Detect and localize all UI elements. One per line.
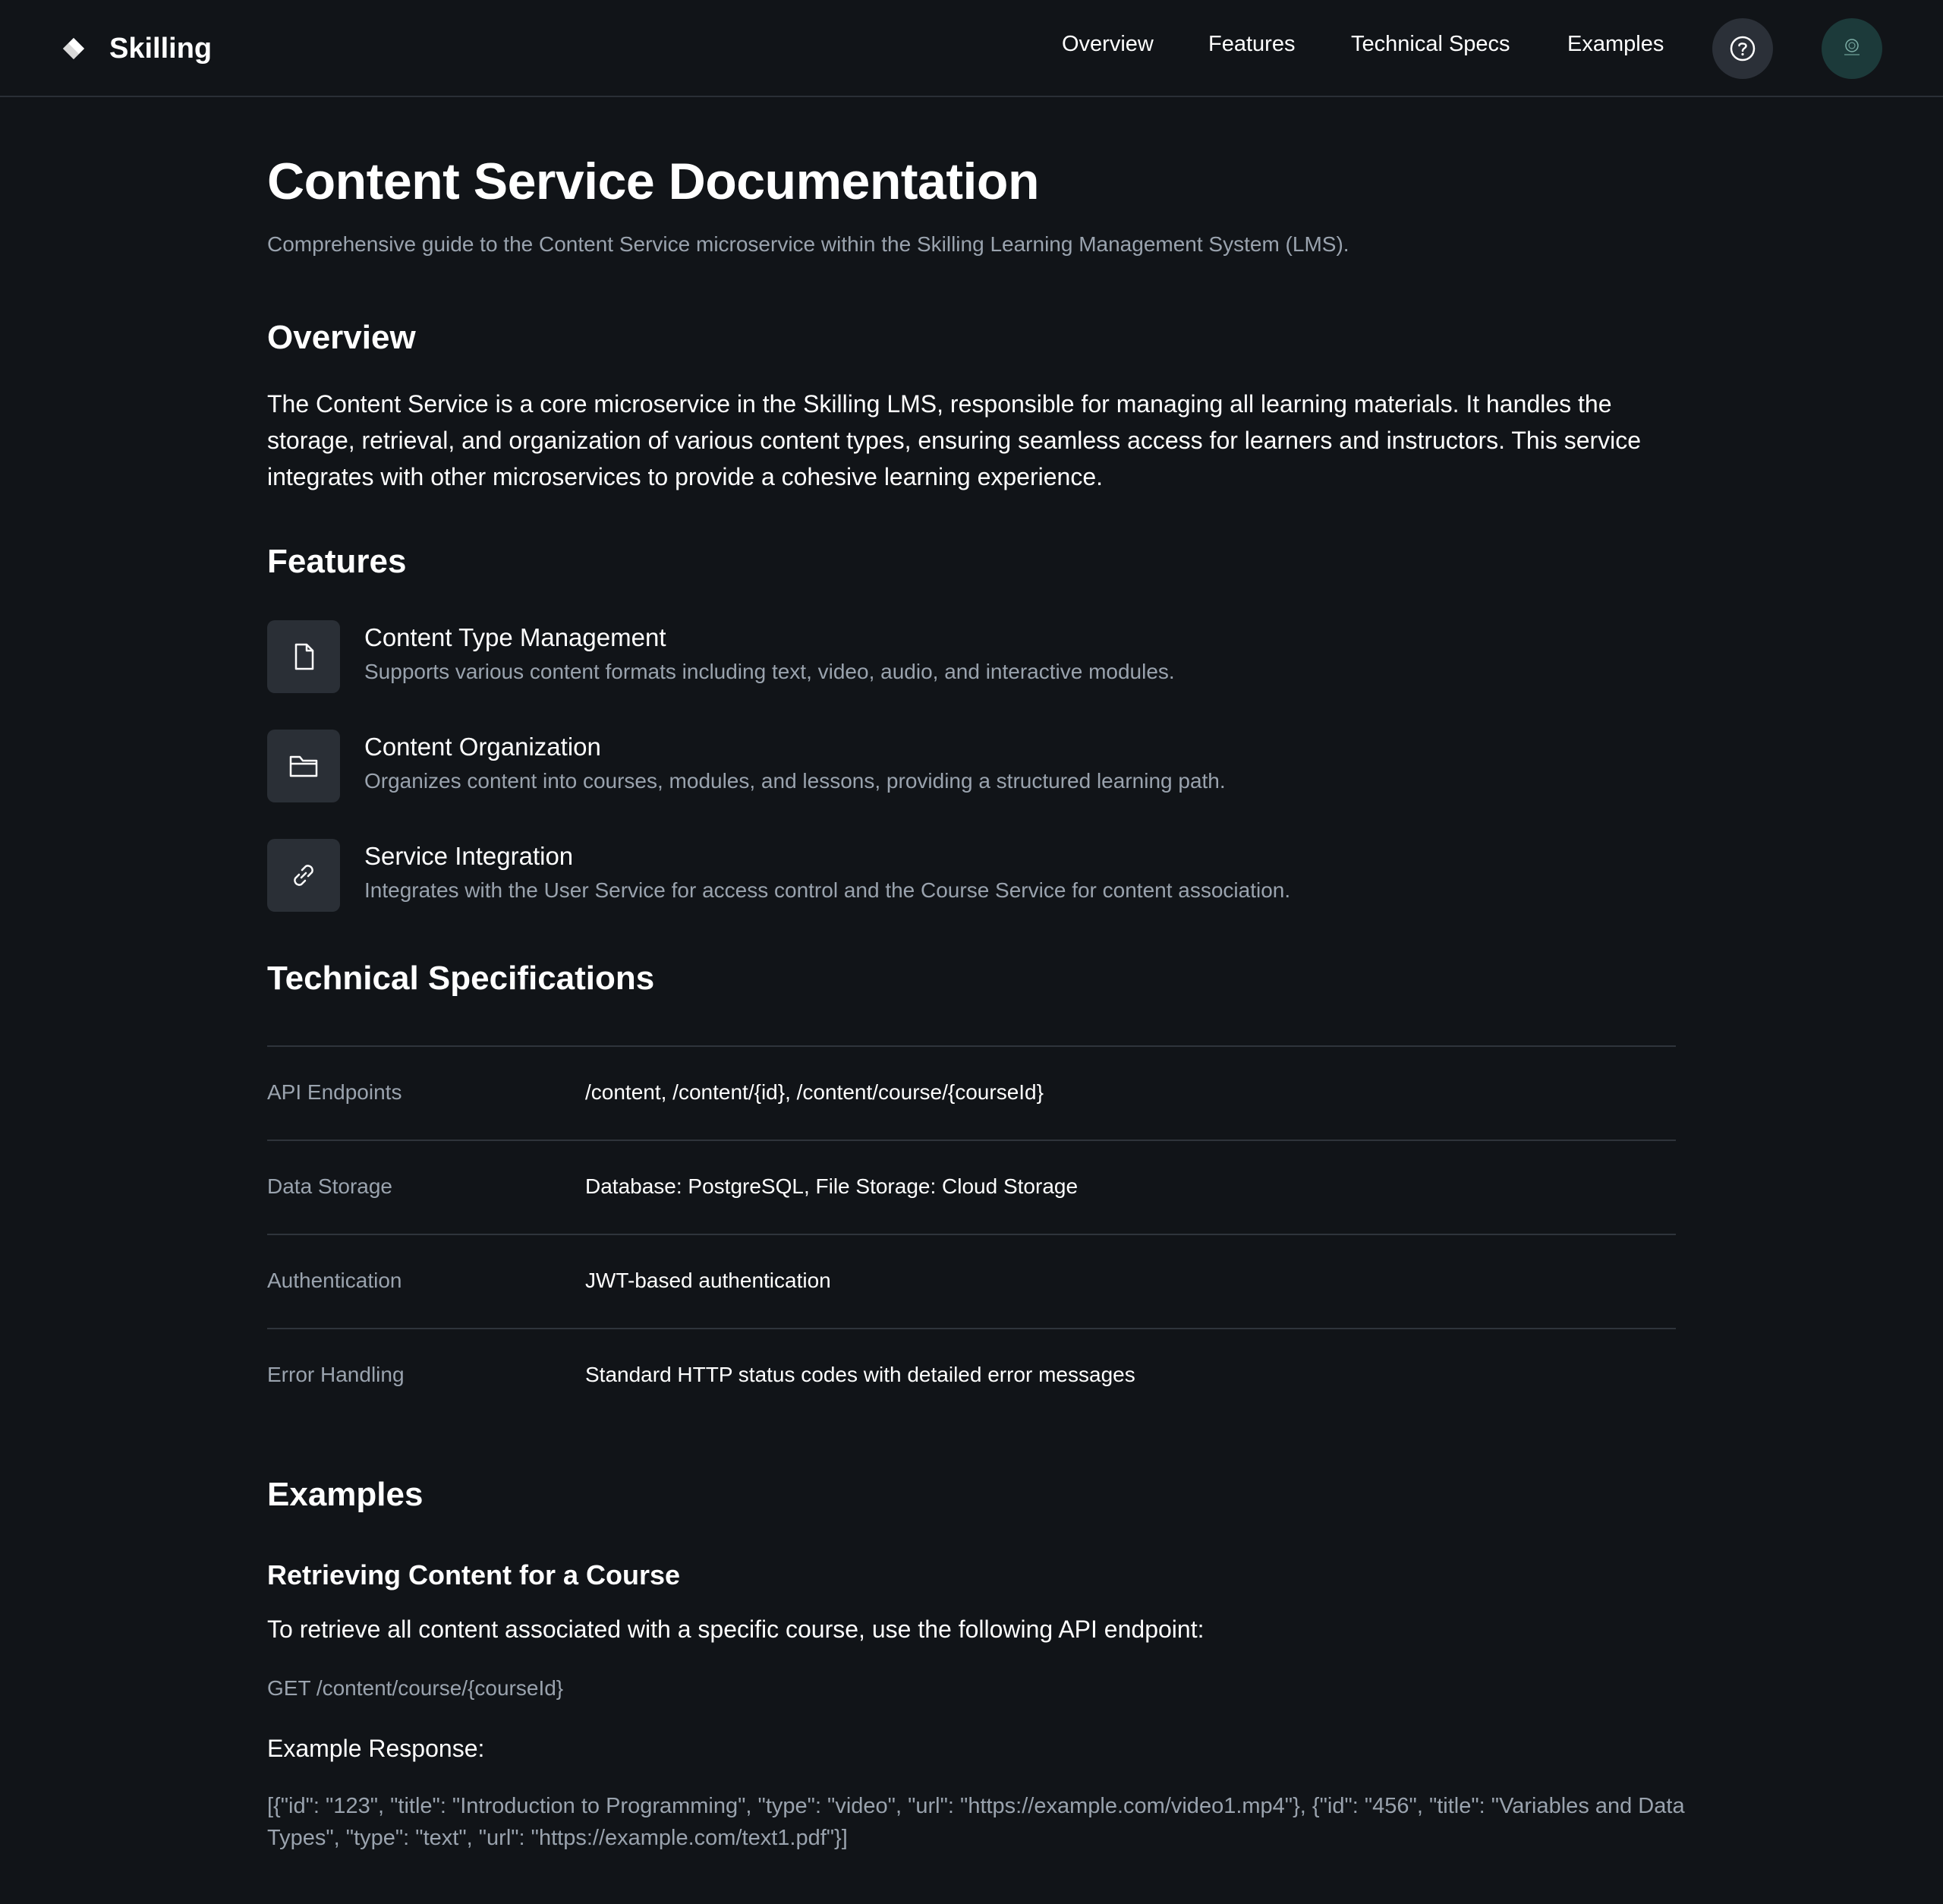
feature-title: Service Integration bbox=[364, 842, 574, 870]
table-row: Data Storage Database: PostgreSQL, File … bbox=[267, 1140, 1676, 1234]
folder-icon bbox=[289, 755, 318, 777]
feature-description: Supports various content formats includi… bbox=[364, 660, 1175, 683]
spec-value: JWT-based authentication bbox=[585, 1269, 831, 1292]
feature-item: Service Integration Integrates with the … bbox=[267, 839, 1676, 912]
spec-value: /content, /content/{id}, /content/course… bbox=[585, 1080, 1044, 1104]
avatar-emblem-icon bbox=[1844, 39, 1860, 55]
spec-label: Authentication bbox=[267, 1269, 402, 1292]
brand[interactable]: Skilling bbox=[61, 27, 212, 70]
feature-title: Content Organization bbox=[364, 733, 601, 761]
spec-label: Data Storage bbox=[267, 1174, 392, 1198]
skilling-logo-icon bbox=[63, 38, 84, 59]
feature-icon-tile bbox=[267, 730, 340, 802]
feature-item: Content Type Management Supports various… bbox=[267, 620, 1676, 693]
nav-features[interactable]: Features bbox=[1208, 32, 1295, 57]
spec-value: Database: PostgreSQL, File Storage: Clou… bbox=[585, 1174, 1079, 1198]
examples-heading: Examples bbox=[267, 1476, 424, 1513]
features-heading: Features bbox=[267, 543, 407, 580]
table-row: API Endpoints /content, /content/{id}, /… bbox=[267, 1045, 1676, 1140]
feature-item: Content Organization Organizes content i… bbox=[267, 730, 1676, 802]
page-title: Content Service Documentation bbox=[267, 153, 1040, 210]
feature-description: Integrates with the User Service for acc… bbox=[364, 878, 1291, 902]
nav-technical-specs[interactable]: Technical Specs bbox=[1351, 32, 1510, 57]
example-subheading: Retrieving Content for a Course bbox=[267, 1559, 681, 1590]
table-row: Error Handling Standard HTTP status code… bbox=[267, 1328, 1676, 1422]
user-avatar[interactable] bbox=[1822, 18, 1882, 79]
document-icon bbox=[294, 643, 314, 670]
app-name: Skilling bbox=[109, 32, 213, 65]
overview-heading: Overview bbox=[267, 319, 416, 356]
example-request: GET /content/course/{courseId} bbox=[267, 1676, 564, 1700]
question-circle-icon bbox=[1730, 36, 1756, 61]
link-icon bbox=[294, 865, 313, 886]
help-button[interactable] bbox=[1712, 18, 1773, 79]
overview-body: The Content Service is a core microservi… bbox=[267, 390, 1642, 490]
specs-table: API Endpoints /content, /content/{id}, /… bbox=[267, 1045, 1676, 1422]
page-subtitle: Comprehensive guide to the Content Servi… bbox=[267, 232, 1349, 256]
spec-label: Error Handling bbox=[267, 1363, 405, 1386]
specs-heading: Technical Specifications bbox=[267, 960, 655, 997]
nav-overview[interactable]: Overview bbox=[1062, 32, 1154, 57]
feature-description: Organizes content into courses, modules,… bbox=[364, 769, 1226, 793]
table-row: Authentication JWT-based authentication bbox=[267, 1234, 1676, 1328]
nav-examples[interactable]: Examples bbox=[1567, 32, 1664, 57]
top-navbar: Skilling Overview Features Technical Spe… bbox=[0, 0, 1943, 97]
feature-icon-tile bbox=[267, 620, 340, 693]
example-intro: To retrieve all content associated with … bbox=[267, 1616, 1205, 1643]
example-response-body: [{"id": "123", "title": "Introduction to… bbox=[267, 1794, 1685, 1850]
example-response-label: Example Response: bbox=[267, 1735, 485, 1762]
feature-icon-tile bbox=[267, 839, 340, 912]
spec-value: Standard HTTP status codes with detailed… bbox=[585, 1363, 1135, 1386]
feature-title: Content Type Management bbox=[364, 623, 666, 651]
spec-label: API Endpoints bbox=[267, 1080, 402, 1104]
